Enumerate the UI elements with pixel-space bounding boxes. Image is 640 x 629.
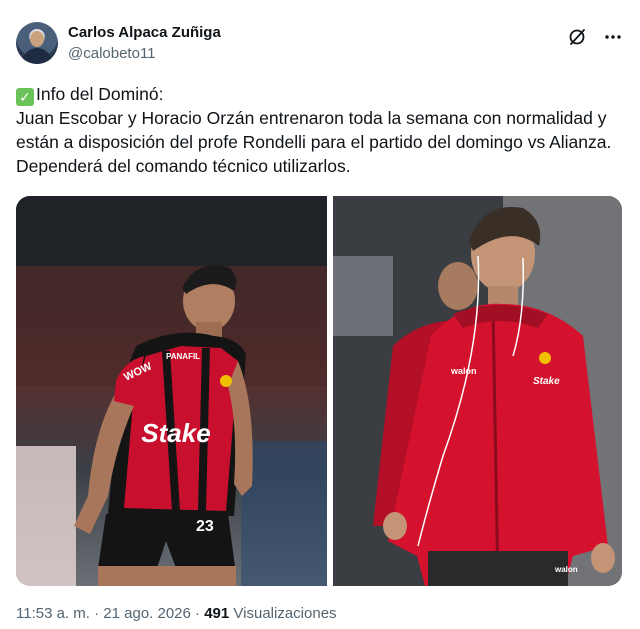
- media-grid: Stake PANAFIL WOW 23 walon Stake walon: [16, 196, 622, 586]
- jacket-brand: walon: [450, 366, 477, 376]
- author-name[interactable]: Carlos Alpaca Zuñiga: [68, 24, 221, 41]
- meta-separator: ·: [94, 605, 100, 622]
- tweet-header: Carlos Alpaca Zuñiga @calobeto11: [16, 18, 624, 68]
- shirt-sponsor: Stake: [141, 418, 210, 448]
- avatar-shoulders: [22, 48, 52, 64]
- shirt-chest-brand: PANAFIL: [166, 352, 200, 361]
- tweet-meta: 11:53 a. m. · 21 ago. 2026 · 491 Visuali…: [16, 605, 337, 622]
- shorts-number: 23: [196, 518, 214, 535]
- tweet-time[interactable]: 11:53 a. m.: [16, 605, 90, 622]
- avatar[interactable]: [16, 22, 58, 64]
- tweet-body: Info del Dominó: Juan Escobar y Horacio …: [16, 84, 612, 176]
- jacket-sponsor: Stake: [533, 376, 560, 387]
- avatar-face: [30, 31, 44, 47]
- tweet-text: ✓ Info del Dominó: Juan Escobar y Horacio…: [16, 82, 616, 178]
- slash-circle-icon[interactable]: [566, 26, 588, 48]
- meta-separator-2: ·: [195, 605, 201, 622]
- views-label: Visualizaciones: [233, 605, 337, 622]
- author-handle[interactable]: @calobeto11: [68, 45, 156, 62]
- header-actions: [566, 26, 624, 48]
- views-count: 491: [204, 605, 230, 622]
- pants-brand: walon: [554, 565, 578, 574]
- tweet-date[interactable]: 21 ago. 2026: [103, 605, 191, 622]
- check-mark-icon: ✓: [16, 88, 34, 106]
- photo-player-orzan[interactable]: walon Stake walon: [333, 196, 622, 586]
- more-icon[interactable]: [602, 26, 624, 48]
- photo-player-escobar[interactable]: Stake PANAFIL WOW 23: [16, 196, 327, 586]
